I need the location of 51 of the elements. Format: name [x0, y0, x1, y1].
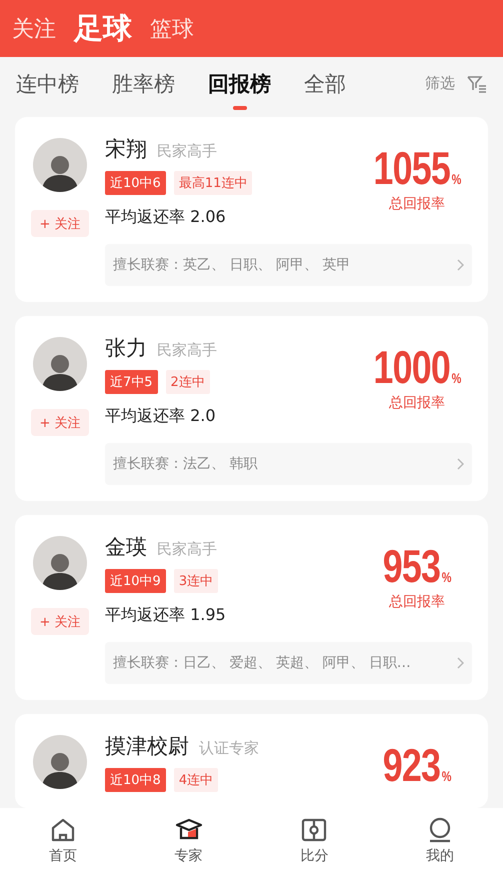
average-return: 平均返还率 2.06: [105, 207, 227, 228]
record-tag: 近10中8: [105, 768, 166, 792]
expert-card[interactable]: + 关注 宋翔 民家高手 近10中6 最高11连中 平均返还率 2.06 1055% 总回报率 擅长联赛：英乙、 日职、 阿甲、 英甲: [15, 117, 488, 302]
expert-card[interactable]: + 关注 张力 民家高手 近7中5 2连中 平均返还率 2.0 1000% 总回报率 擅长联赛：法乙、 韩职: [15, 316, 488, 501]
record-tag: 近7中5: [105, 370, 158, 394]
chevron-right-icon: [456, 657, 464, 669]
ranking-tab[interactable]: 回报榜: [208, 70, 271, 98]
sport-tab[interactable]: 足球: [74, 8, 132, 48]
return-rate-label: 总回报率: [389, 593, 445, 611]
record-tag: 2连中: [166, 370, 210, 394]
expert-level: 民家高手: [157, 341, 217, 360]
expert-level: 民家高手: [157, 540, 217, 559]
active-tab-indicator: [232, 106, 246, 110]
expert-level: 认证专家: [199, 739, 259, 758]
nav-label[interactable]: 比分: [300, 847, 328, 865]
return-rate-label: 总回报率: [389, 394, 445, 412]
expert-card[interactable]: 摸津校尉 认证专家 近10中8 4连中 923%: [15, 714, 488, 808]
return-rate-label: 总回报率: [389, 195, 445, 213]
record-tag: 最高11连中: [174, 171, 252, 195]
ranking-tab[interactable]: 全部: [304, 70, 346, 98]
expert-name: 张力: [105, 335, 147, 362]
nav-label[interactable]: 我的: [426, 847, 454, 865]
ranking-tab[interactable]: 连中榜: [16, 70, 79, 98]
follow-button[interactable]: + 关注: [31, 409, 89, 436]
return-rate: 1055%: [373, 145, 461, 191]
follow-button[interactable]: + 关注: [31, 608, 89, 635]
record-tag: 近10中6: [105, 171, 166, 195]
follow-button[interactable]: + 关注: [31, 210, 89, 237]
chevron-right-icon: [456, 458, 464, 470]
expert-name: 金瑛: [105, 534, 147, 561]
average-return: 平均返还率 1.95: [105, 605, 227, 626]
average-return: 平均返还率 2.0: [105, 406, 217, 427]
return-rate: 923%: [382, 742, 452, 788]
record-tag: 近10中9: [105, 569, 166, 593]
chevron-right-icon: [456, 259, 464, 271]
scoreboard-icon[interactable]: [300, 817, 328, 843]
record-tag: 4连中: [174, 768, 218, 792]
expert-name: 宋翔: [105, 136, 147, 163]
expert-name: 摸津校尉: [105, 733, 189, 760]
return-rate: 953%: [382, 543, 452, 589]
leagues-text: 擅长联赛：英乙、 日职、 阿甲、 英甲: [113, 256, 350, 274]
expert-card[interactable]: + 关注 金瑛 民家高手 近10中9 3连中 平均返还率 1.95 953% 总回报率 擅长联赛：日乙、 爱超、 英超、 阿甲、 日职…: [15, 515, 488, 700]
leagues-text: 擅长联赛：日乙、 爱超、 英超、 阿甲、 日职…: [113, 654, 411, 672]
nav-label[interactable]: 首页: [48, 847, 77, 865]
ranking-tab[interactable]: 胜率榜: [112, 70, 175, 98]
return-rate: 1000%: [373, 344, 461, 390]
filter-icon[interactable]: [467, 74, 487, 92]
nav-label[interactable]: 专家: [174, 847, 203, 865]
record-tag: 3连中: [174, 569, 218, 593]
expert-level: 民家高手: [157, 142, 217, 161]
leagues-text: 擅长联赛：法乙、 韩职: [113, 455, 258, 473]
